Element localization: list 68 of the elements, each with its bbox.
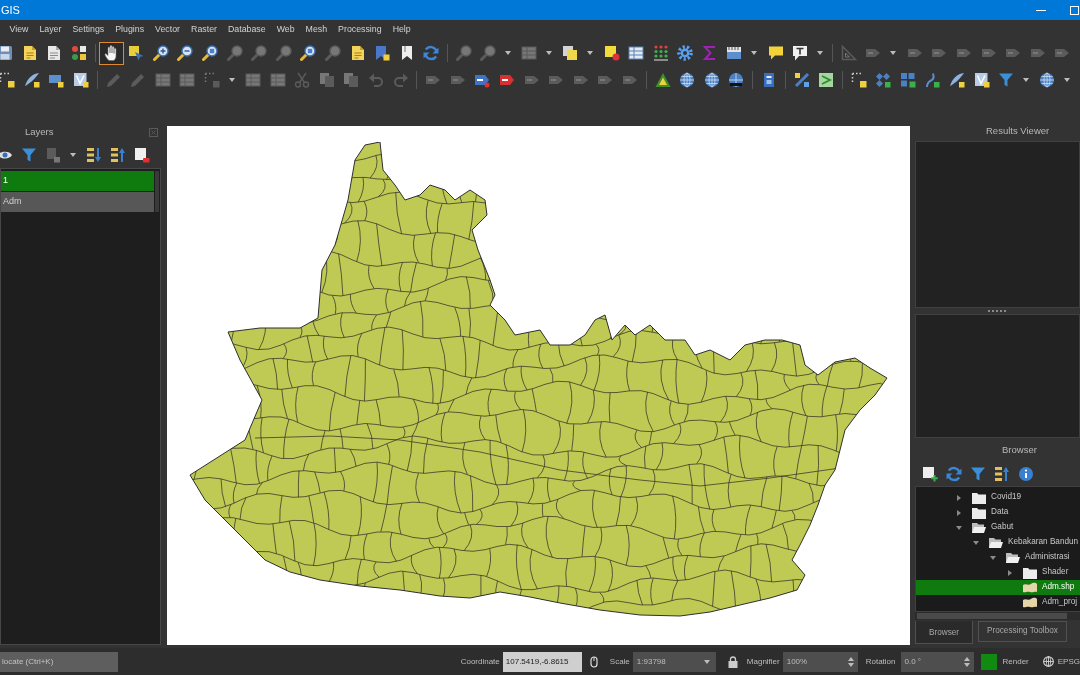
menu-item[interactable]: View — [4, 23, 34, 37]
window-title: GIS — [0, 2, 20, 18]
minimize-icon[interactable] — [1036, 9, 1046, 11]
menu-item[interactable]: Settings — [66, 23, 110, 37]
spin-arrows-icon[interactable] — [847, 656, 854, 667]
expander-arrow-icon[interactable] — [973, 539, 979, 546]
maximize-icon[interactable] — [1070, 5, 1079, 15]
list-arrow-icon — [994, 466, 1010, 482]
spin-arrows-icon[interactable] — [963, 656, 970, 667]
layer-tree-row[interactable]: 1 — [1, 171, 154, 191]
expander-arrow-icon[interactable] — [1007, 569, 1013, 576]
polygon-layer-icon — [1023, 596, 1037, 609]
menu-item[interactable]: Raster — [185, 23, 223, 37]
menu-item[interactable]: Web — [271, 23, 301, 37]
tree-item[interactable]: Adm.shp — [916, 580, 1080, 595]
lock-icon[interactable] — [727, 655, 738, 668]
tree-item[interactable]: Gabut — [916, 520, 1080, 535]
locate-search-field[interactable]: locate (Ctrl+K) — [0, 651, 118, 672]
folder-icon — [972, 506, 986, 519]
layer-tree-row[interactable]: Adm — [1, 192, 154, 212]
rotation-label: Rotation — [865, 655, 896, 668]
globe-icon[interactable] — [1042, 656, 1054, 667]
scale-label: Scale — [609, 655, 630, 668]
tree-item[interactable]: Kebakaran Bandun — [916, 535, 1080, 550]
expander-arrow-icon[interactable] — [956, 494, 962, 501]
panel-tab[interactable]: Processing Toolbox — [978, 621, 1067, 642]
rotation-spinbox[interactable]: 0.0 ° — [900, 651, 974, 672]
menu-item[interactable]: Database — [222, 23, 272, 37]
refresh-icon — [946, 466, 962, 482]
render-label: Render — [1002, 655, 1029, 668]
coordinate-field[interactable]: 107.5419,-6.8615 — [502, 651, 582, 672]
tree-item[interactable]: Administrasi — [916, 550, 1080, 565]
scale-combobox[interactable]: 1:93798 — [632, 651, 716, 672]
panel-tab[interactable]: Browser — [915, 621, 973, 644]
square-plus-icon — [922, 466, 938, 482]
menu-item[interactable]: Help — [387, 23, 417, 37]
caret-icon — [703, 659, 710, 664]
menu-item[interactable]: Layer — [33, 23, 67, 37]
scrollbar[interactable] — [155, 171, 159, 212]
panel-title: Results Viewer — [986, 124, 1050, 139]
render-checkbox[interactable] — [980, 653, 997, 670]
expander-arrow-icon[interactable] — [990, 554, 996, 561]
coordinate-label: Coordinate — [460, 655, 500, 668]
menu-item[interactable]: Mesh — [300, 23, 333, 37]
panel-title: Browser — [1002, 442, 1037, 457]
open-folder-icon — [989, 536, 1003, 549]
tree-item[interactable]: Covid19 — [916, 490, 1080, 505]
mouse-icon[interactable] — [587, 655, 600, 668]
info-icon — [1018, 466, 1034, 482]
open-folder-icon — [1006, 551, 1020, 564]
splitter-handle[interactable] — [988, 310, 1007, 312]
panel-title: Layers — [25, 124, 54, 139]
magnifier-label: Magnifier — [746, 655, 780, 668]
polygon-layer-icon — [1023, 581, 1037, 594]
tree-item[interactable]: Adm_proj — [916, 595, 1080, 610]
magnifier-spinbox[interactable]: 100% — [782, 651, 858, 672]
folder-icon — [972, 491, 986, 504]
crs-label[interactable]: EPSG — [1057, 655, 1080, 668]
expander-arrow-icon[interactable] — [956, 509, 962, 516]
menu-item[interactable]: Plugins — [109, 23, 150, 37]
menu-item[interactable]: Processing — [332, 23, 388, 37]
expander-arrow-icon[interactable] — [956, 524, 962, 531]
funnel-icon — [970, 466, 986, 482]
menu-item[interactable]: Vector — [149, 23, 186, 37]
tree-item[interactable]: Data — [916, 505, 1080, 520]
tree-item[interactable]: Shader — [916, 565, 1080, 580]
scrollbar[interactable] — [915, 612, 1080, 620]
open-folder-icon — [972, 521, 986, 534]
